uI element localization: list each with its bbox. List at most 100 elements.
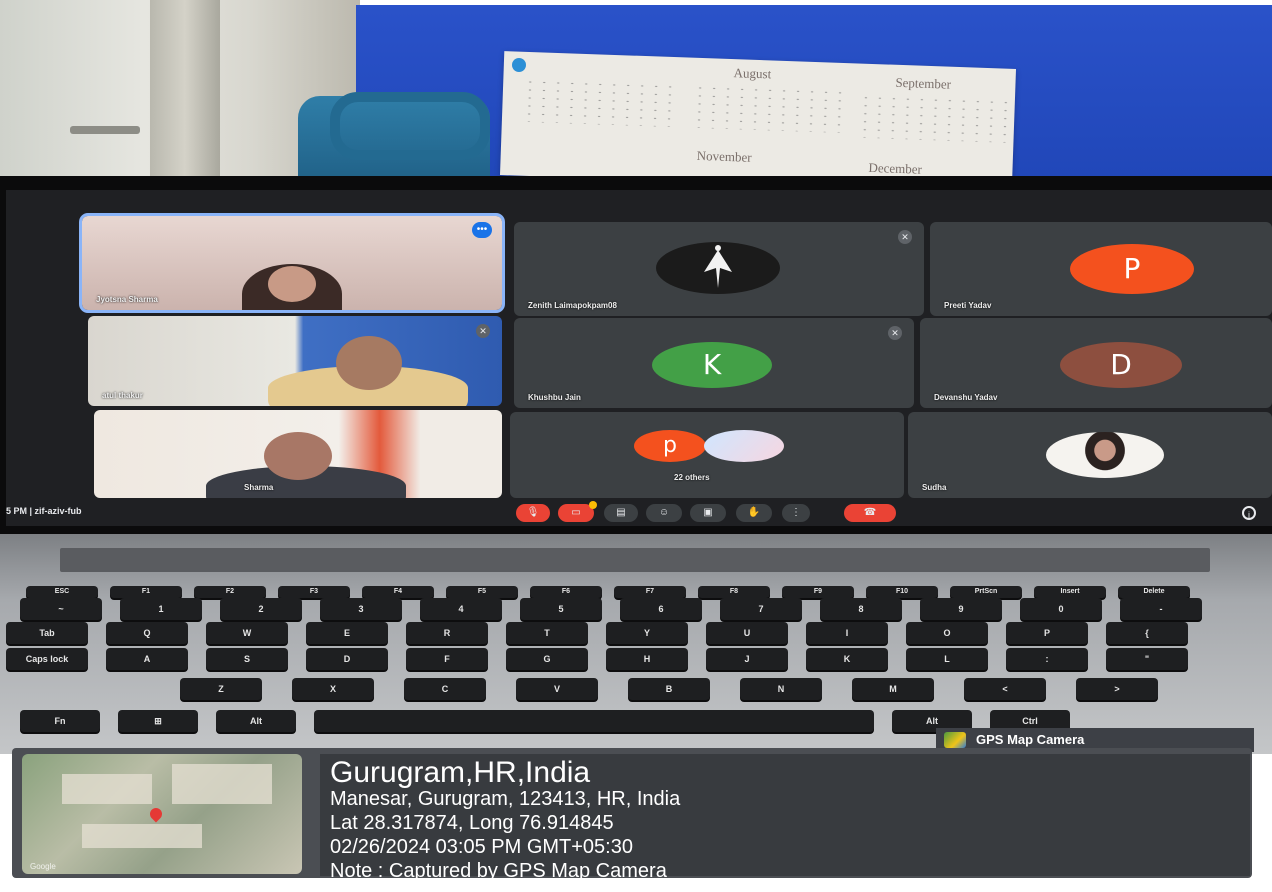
- captions-icon[interactable]: ▤: [604, 504, 638, 522]
- mic-off-icon[interactable]: 🎙: [516, 504, 550, 522]
- participant-face: [268, 266, 316, 302]
- key[interactable]: C: [404, 678, 486, 700]
- key[interactable]: :: [1006, 648, 1088, 670]
- key[interactable]: >: [1076, 678, 1158, 700]
- key[interactable]: K: [806, 648, 888, 670]
- participant-name: atul thakur: [102, 391, 143, 400]
- key[interactable]: F3: [278, 586, 350, 598]
- more-icon[interactable]: ⋮: [782, 504, 810, 522]
- participant-tile[interactable]: ••• Jyotsna Sharma: [79, 213, 505, 313]
- key[interactable]: 8: [820, 598, 902, 620]
- key[interactable]: F7: [614, 586, 686, 598]
- participant-tile[interactable]: Sharma: [94, 410, 502, 498]
- key[interactable]: Insert: [1034, 586, 1106, 598]
- screen-share-icon[interactable]: ▣: [690, 504, 726, 522]
- emoji-icon[interactable]: ☺: [646, 504, 682, 522]
- key[interactable]: 5: [520, 598, 602, 620]
- participant-face: [336, 336, 402, 390]
- key[interactable]: F9: [782, 586, 854, 598]
- participant-tile[interactable]: Sudha: [908, 412, 1272, 498]
- raise-hand-icon[interactable]: ✋: [736, 504, 772, 522]
- participant-tile[interactable]: ✕ Zenith Laimapokpam08: [514, 222, 924, 316]
- key[interactable]: ⊞: [118, 710, 198, 732]
- key[interactable]: W: [206, 622, 288, 644]
- gps-note: Note : Captured by GPS Map Camera: [330, 860, 667, 882]
- participant-name: Zenith Laimapokpam08: [528, 301, 617, 310]
- water-bottle-cap: [330, 92, 490, 160]
- angel-icon: [704, 245, 732, 288]
- key[interactable]: Delete: [1118, 586, 1190, 598]
- participant-tile[interactable]: p 22 others: [510, 412, 904, 498]
- key[interactable]: 4: [420, 598, 502, 620]
- key[interactable]: R: [406, 622, 488, 644]
- key[interactable]: Tab: [6, 622, 88, 644]
- key[interactable]: ": [1106, 648, 1188, 670]
- leave-call-icon[interactable]: ☎: [844, 504, 896, 522]
- key[interactable]: {: [1106, 622, 1188, 644]
- key[interactable]: F5: [446, 586, 518, 598]
- key[interactable]: V: [516, 678, 598, 700]
- key[interactable]: F6: [530, 586, 602, 598]
- key[interactable]: G: [506, 648, 588, 670]
- key[interactable]: <: [964, 678, 1046, 700]
- key[interactable]: F1: [110, 586, 182, 598]
- participant-name: Sharma: [244, 483, 274, 492]
- key[interactable]: ESC: [26, 586, 98, 598]
- others-count: 22 others: [674, 473, 710, 482]
- key[interactable]: 6: [620, 598, 702, 620]
- info-icon[interactable]: i: [1242, 506, 1256, 520]
- participant-tile[interactable]: K ✕ Khushbu Jain: [514, 318, 914, 408]
- key[interactable]: E: [306, 622, 388, 644]
- key[interactable]: S: [206, 648, 288, 670]
- key[interactable]: PrtScn: [950, 586, 1022, 598]
- participant-tile[interactable]: D Devanshu Yadav: [920, 318, 1272, 408]
- gps-datetime: 02/26/2024 03:05 PM GMT+05:30: [330, 836, 633, 858]
- key[interactable]: P: [1006, 622, 1088, 644]
- key[interactable]: -: [1120, 598, 1202, 620]
- participant-name: Khushbu Jain: [528, 393, 581, 402]
- participant-name: Sudha: [922, 483, 947, 492]
- key[interactable]: T: [506, 622, 588, 644]
- key[interactable]: L: [906, 648, 988, 670]
- key[interactable]: F2: [194, 586, 266, 598]
- participant-name: Preeti Yadav: [944, 301, 992, 310]
- key[interactable]: Fn: [20, 710, 100, 732]
- participant-avatar: K: [652, 342, 772, 388]
- key[interactable]: J: [706, 648, 788, 670]
- key[interactable]: X: [292, 678, 374, 700]
- key[interactable]: Y: [606, 622, 688, 644]
- key[interactable]: A: [106, 648, 188, 670]
- camera-off-icon[interactable]: ▭: [558, 501, 597, 522]
- key[interactable]: F4: [362, 586, 434, 598]
- gps-coordinates: Lat 28.317874, Long 76.914845: [330, 812, 614, 834]
- mic-off-icon: ✕: [476, 324, 490, 338]
- key[interactable]: M: [852, 678, 934, 700]
- key[interactable]: I: [806, 622, 888, 644]
- key[interactable]: U: [706, 622, 788, 644]
- key[interactable]: H: [606, 648, 688, 670]
- participant-tile[interactable]: ✕ atul thakur: [88, 316, 502, 406]
- key[interactable]: [314, 710, 874, 732]
- key[interactable]: ~: [20, 598, 102, 620]
- key[interactable]: F: [406, 648, 488, 670]
- key[interactable]: 7: [720, 598, 802, 620]
- calendar-month: August: [733, 65, 772, 82]
- key[interactable]: 2: [220, 598, 302, 620]
- key[interactable]: O: [906, 622, 988, 644]
- key[interactable]: Q: [106, 622, 188, 644]
- key[interactable]: B: [628, 678, 710, 700]
- key[interactable]: 9: [920, 598, 1002, 620]
- key[interactable]: F10: [866, 586, 938, 598]
- key[interactable]: 1: [120, 598, 202, 620]
- participant-tile[interactable]: P Preeti Yadav: [930, 222, 1272, 316]
- key[interactable]: D: [306, 648, 388, 670]
- key[interactable]: 0: [1020, 598, 1102, 620]
- key[interactable]: Caps lock: [6, 648, 88, 670]
- key[interactable]: F8: [698, 586, 770, 598]
- participant-avatar: D: [1060, 342, 1182, 388]
- key[interactable]: 3: [320, 598, 402, 620]
- call-control-bar: 5 PM | zif-aziv-fub 🎙 ▭ ▤ ☺ ▣ ✋ ⋮ ☎ i: [6, 500, 1272, 526]
- key[interactable]: Z: [180, 678, 262, 700]
- key[interactable]: N: [740, 678, 822, 700]
- key[interactable]: Alt: [216, 710, 296, 732]
